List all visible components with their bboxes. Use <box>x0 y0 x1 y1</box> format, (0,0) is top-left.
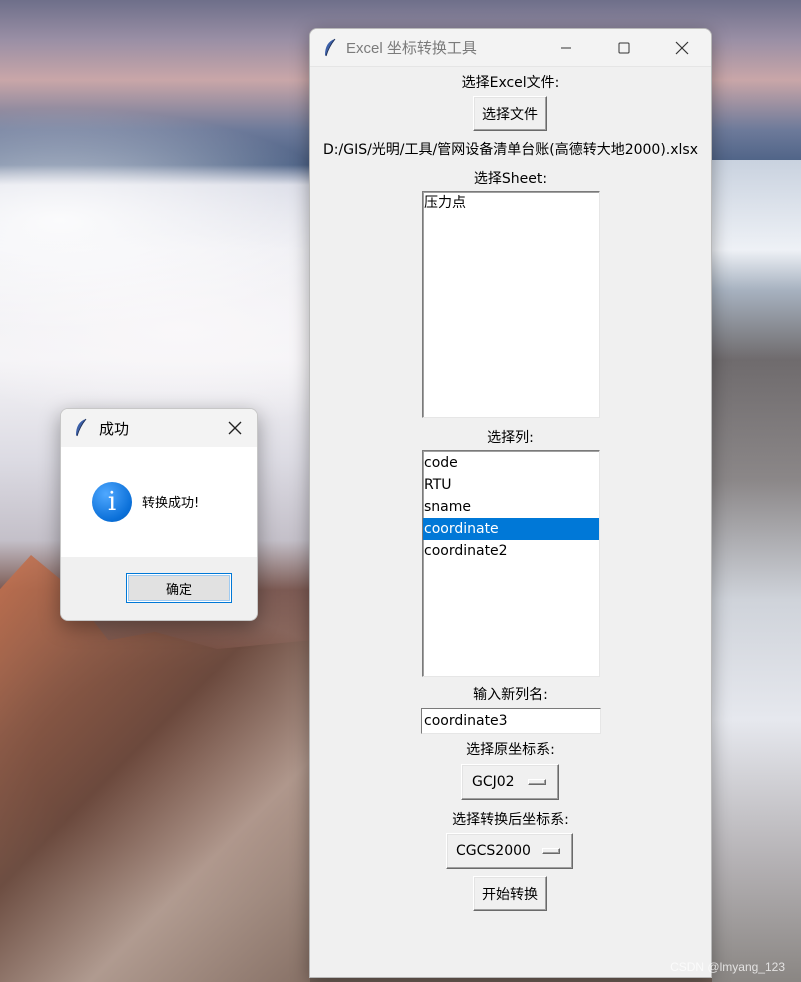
feather-icon <box>325 38 336 56</box>
file-path: D:/GIS/光明/工具/管网设备清单台账(高德转大地2000).xlsx <box>323 142 698 158</box>
column-item-sname[interactable]: sname <box>423 496 599 518</box>
target-crs-select[interactable]: CGCS2000 <box>446 833 573 869</box>
close-button[interactable] <box>653 29 711 67</box>
minimize-button[interactable] <box>537 29 595 67</box>
ok-button[interactable]: 确定 <box>126 573 232 603</box>
dialog-message: 转换成功! <box>142 496 200 511</box>
new-column-input[interactable]: coordinate3 <box>421 708 601 734</box>
feather-icon <box>76 418 87 437</box>
close-icon <box>675 41 689 55</box>
maximize-icon <box>618 42 630 54</box>
dialog-close-button[interactable] <box>225 418 245 438</box>
window-title: Excel 坐标转换工具 <box>346 40 477 57</box>
info-icon: i <box>92 482 132 522</box>
column-item-coordinate2[interactable]: coordinate2 <box>423 540 599 562</box>
dropdown-indicator-icon <box>528 779 546 785</box>
file-label: 选择Excel文件: <box>461 75 560 91</box>
new-column-label: 输入新列名: <box>473 687 548 703</box>
sheet-listbox[interactable]: 压力点 <box>422 191 600 418</box>
main-window: Excel 坐标转换工具 选择Excel文件: 选择文件 D:/GIS/光明/工… <box>309 28 712 978</box>
source-crs-label: 选择原坐标系: <box>466 742 555 758</box>
source-crs-select[interactable]: GCJ02 <box>461 764 559 800</box>
dialog-title: 成功 <box>99 419 130 438</box>
source-crs-value: GCJ02 <box>472 774 515 790</box>
main-titlebar[interactable]: Excel 坐标转换工具 <box>310 29 711 67</box>
column-item-coordinate[interactable]: coordinate <box>423 518 599 540</box>
sheet-label: 选择Sheet: <box>473 171 548 187</box>
close-icon <box>228 421 242 435</box>
target-crs-label: 选择转换后坐标系: <box>452 812 569 828</box>
sheet-item[interactable]: 压力点 <box>423 192 599 214</box>
dialog-footer: 确定 <box>61 557 257 620</box>
dropdown-indicator-icon <box>542 848 560 854</box>
watermark: CSDN @lmyang_123 <box>670 960 785 974</box>
success-dialog: 成功 i 转换成功! 确定 <box>60 408 258 621</box>
choose-file-button[interactable]: 选择文件 <box>473 96 547 131</box>
target-crs-value: CGCS2000 <box>456 843 531 859</box>
column-label: 选择列: <box>487 430 534 446</box>
maximize-button[interactable] <box>595 29 653 67</box>
start-convert-button[interactable]: 开始转换 <box>473 876 547 911</box>
desktop-wallpaper-right <box>712 160 801 982</box>
column-item-code[interactable]: code <box>423 452 599 474</box>
dialog-titlebar[interactable]: 成功 <box>61 409 257 447</box>
minimize-icon <box>561 47 571 49</box>
column-listbox[interactable]: code RTU sname coordinate coordinate2 <box>422 450 600 677</box>
column-item-rtu[interactable]: RTU <box>423 474 599 496</box>
dialog-body: i 转换成功! <box>61 447 257 557</box>
